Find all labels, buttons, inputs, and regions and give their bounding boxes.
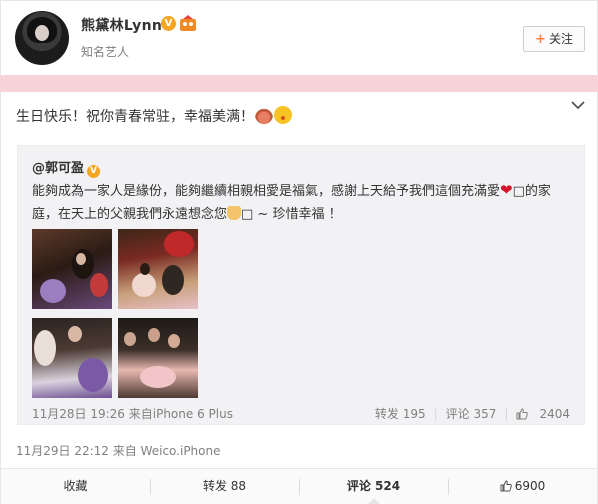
pray-emoji-icon bbox=[227, 206, 242, 220]
comment-button[interactable]: 评论 524 bbox=[299, 469, 448, 504]
user-description: 知名艺人 bbox=[81, 45, 130, 59]
avatar[interactable] bbox=[15, 11, 69, 65]
follow-button[interactable]: + 关注 bbox=[523, 26, 585, 52]
repost-reposts-link[interactable]: 转发 195 bbox=[375, 407, 426, 421]
divider: | bbox=[433, 407, 438, 421]
post-body: 生日快乐！祝你青春常驻，幸福美满！ bbox=[16, 109, 254, 125]
verified-icon: V bbox=[161, 16, 176, 31]
photo-thumbnail[interactable] bbox=[118, 318, 198, 398]
post-meta[interactable]: 11月29日 22:12 来自 Weico.iPhone bbox=[16, 442, 221, 459]
cake-emoji-icon bbox=[255, 106, 273, 124]
repost-author[interactable]: @郭可盈 V bbox=[32, 157, 101, 178]
like-button[interactable]: 6900 bbox=[448, 469, 597, 504]
repost-text: 能夠成為一家人是緣份，能夠繼續相親相愛是福氣，感謝上天給予我們這個充滿愛❤□的家… bbox=[32, 179, 566, 226]
repost-meta[interactable]: 11月28日 19:26 来自iPhone 6 Plus bbox=[32, 405, 233, 422]
plus-icon: + bbox=[535, 32, 546, 47]
action-bar: 收藏 转发 88 评论 524 6900 bbox=[1, 468, 597, 504]
thumbs-up-icon bbox=[500, 480, 512, 492]
repost-like-count: 2404 bbox=[539, 407, 570, 421]
repost-comments-link[interactable]: 评论 357 bbox=[446, 407, 497, 421]
photo-thumbnail[interactable] bbox=[118, 229, 198, 309]
post-text: 生日快乐！祝你青春常驻，幸福美满！ bbox=[16, 106, 292, 126]
vip-icon bbox=[180, 15, 196, 31]
repost-block: @郭可盈 V 能夠成為一家人是緣份，能夠繼續相親相愛是福氣，感謝上天給予我們這個充… bbox=[17, 145, 585, 425]
favorite-button[interactable]: 收藏 bbox=[1, 469, 150, 504]
repost-text-part: □ ~ 珍惜幸福 ！ bbox=[241, 207, 342, 222]
weibo-post: 生日快乐！祝你青春常驻，幸福美满！ @郭可盈 V 能夠成為一家人是緣份，能夠繼續相… bbox=[0, 92, 598, 504]
thumbs-up-icon bbox=[516, 408, 529, 420]
photo-thumbnail[interactable] bbox=[32, 318, 112, 398]
follow-label: 关注 bbox=[548, 32, 573, 46]
username[interactable]: 熊黛林Lynn bbox=[81, 15, 162, 35]
like-count: 6900 bbox=[514, 479, 546, 493]
chevron-down-icon[interactable] bbox=[570, 98, 586, 112]
verified-icon: V bbox=[87, 165, 101, 178]
heart-emoji-icon: ❤ bbox=[500, 181, 513, 199]
repost-button[interactable]: 转发 88 bbox=[150, 469, 299, 504]
divider: | bbox=[504, 407, 509, 421]
repost-text-part: 能夠成為一家人是緣份，能夠繼續相親相愛是福氣，感謝上天給予我們這個充滿愛 bbox=[32, 184, 501, 199]
avatar-face bbox=[35, 25, 49, 41]
photo-thumbnail[interactable] bbox=[32, 229, 112, 309]
repost-author-name[interactable]: @郭可盈 bbox=[32, 161, 84, 176]
kiss-emoji-icon bbox=[274, 106, 292, 124]
repost-like-link[interactable]: 2404 bbox=[516, 407, 570, 421]
photo-grid bbox=[32, 229, 202, 398]
repost-stats: 转发 195 | 评论 357 | 2404 bbox=[367, 405, 570, 422]
user-header: 熊黛林Lynn V 知名艺人 + 关注 bbox=[0, 0, 598, 75]
separator-band bbox=[0, 75, 598, 92]
